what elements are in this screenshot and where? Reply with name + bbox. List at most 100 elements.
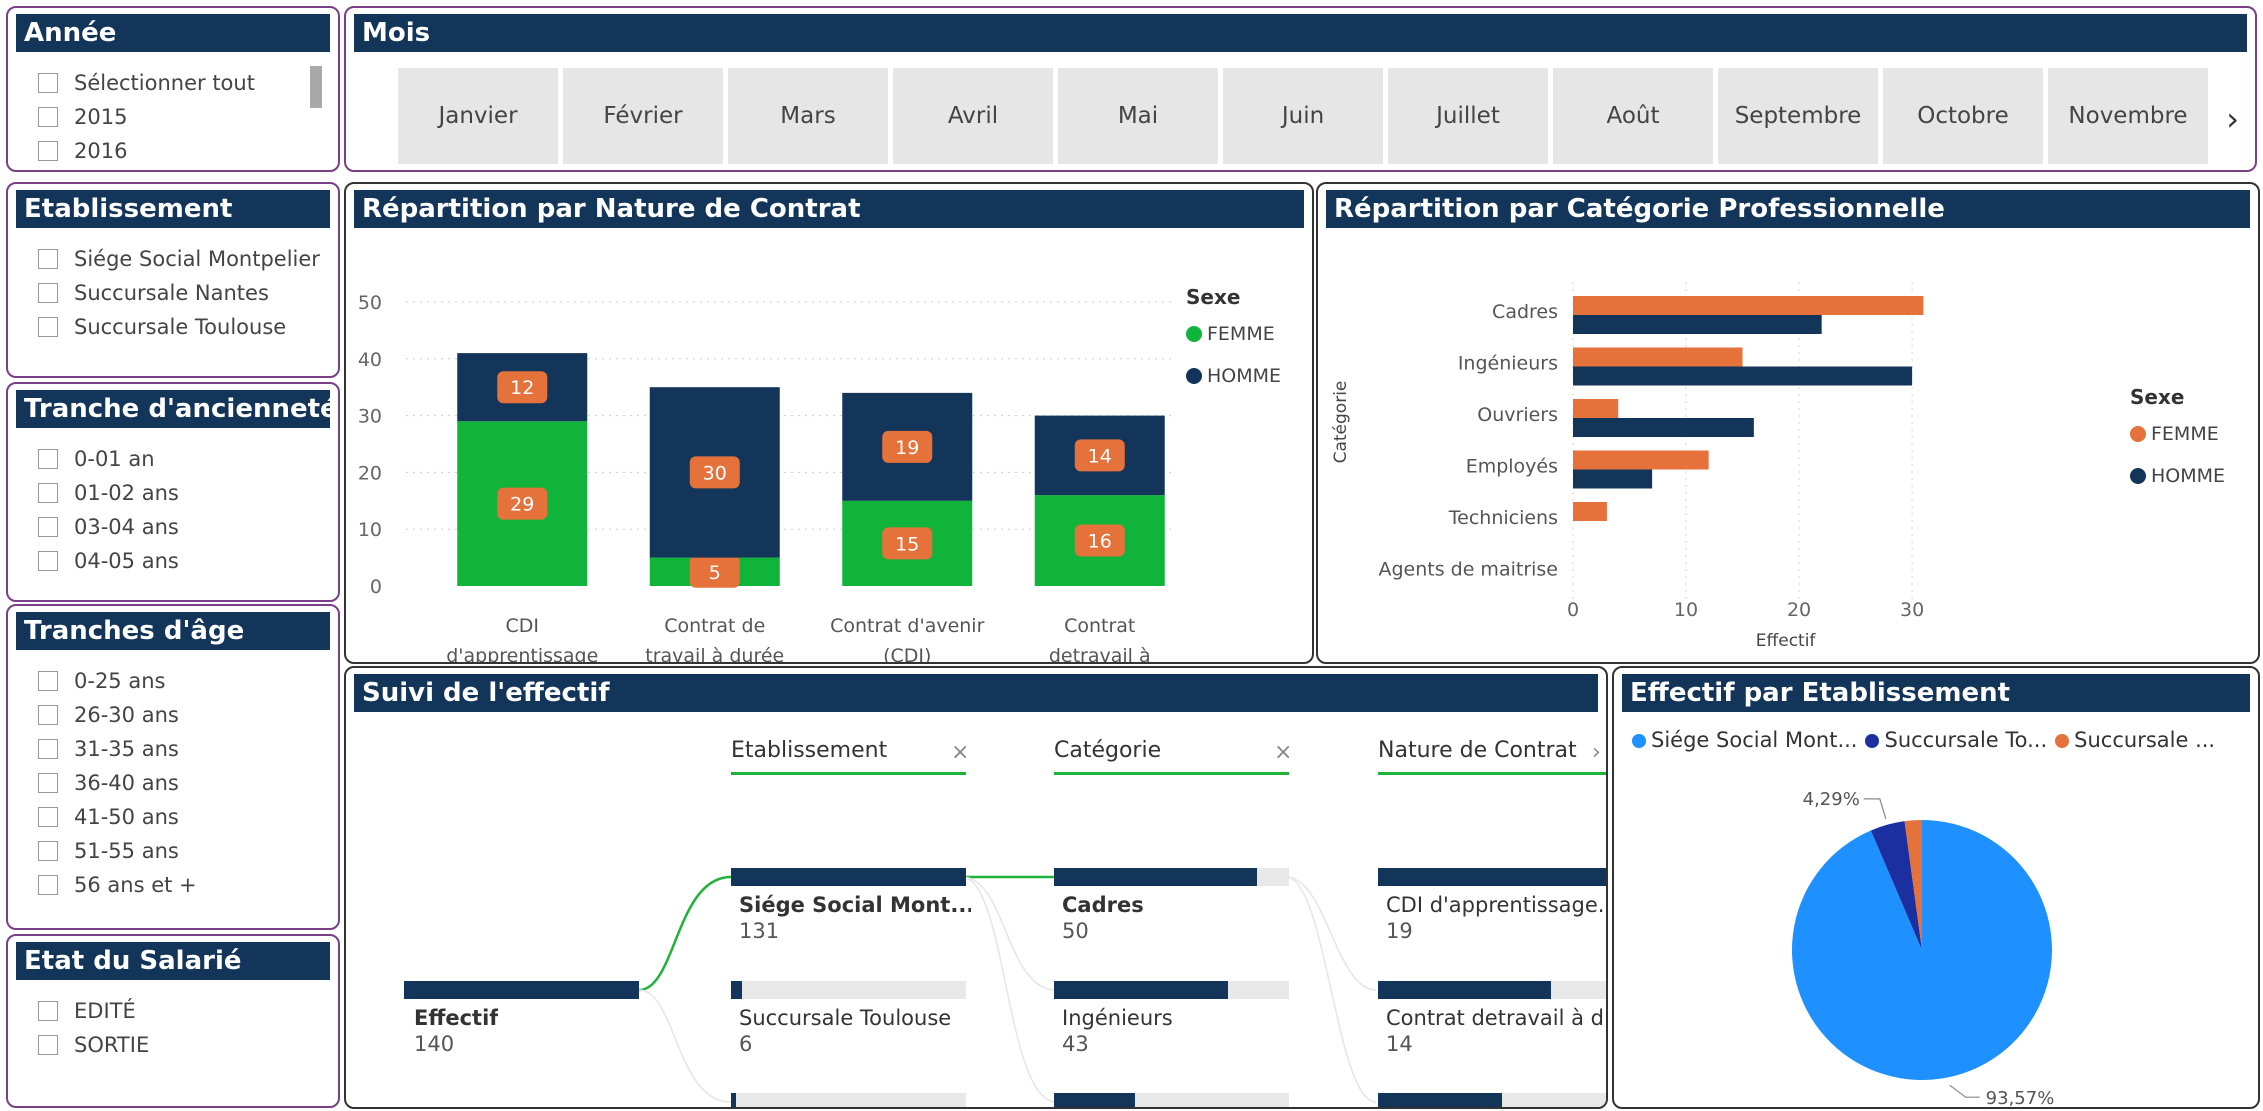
annee-option[interactable]: Sélectionner tout [38, 66, 255, 100]
etat-option[interactable]: EDITÉ [38, 994, 149, 1028]
bar-femme[interactable] [1573, 502, 1607, 521]
legend-marker [1186, 368, 1202, 384]
tree-node-bar[interactable] [731, 868, 966, 886]
annee-title: Année [16, 14, 330, 52]
x-tick-label: Contrat [1064, 615, 1135, 637]
checkbox[interactable] [38, 249, 58, 269]
chevron-right-icon[interactable]: › [2226, 100, 2239, 138]
anciennete-option[interactable]: 04-05 ans [38, 544, 179, 578]
bar-femme[interactable] [1573, 450, 1709, 470]
checkbox[interactable] [38, 317, 58, 337]
month-tile[interactable]: Février [563, 68, 723, 164]
anciennete-list: 0-01 an 01-02 ans 03-04 ans 04-05 ans [38, 442, 179, 578]
bar-femme[interactable] [1573, 399, 1619, 418]
bar-homme[interactable] [1573, 315, 1822, 334]
bar-homme[interactable] [1573, 366, 1913, 386]
annee-option[interactable]: 2015 [38, 100, 255, 134]
tree-link [961, 876, 1057, 1103]
etablissement-option[interactable]: Siége Social Montpelier [38, 242, 320, 276]
checkbox[interactable] [38, 449, 58, 469]
pie-legend-item[interactable]: Succursale To... [1865, 728, 2047, 752]
close-icon[interactable]: × [1274, 740, 1292, 765]
month-tile[interactable]: Juin [1223, 68, 1383, 164]
tree-node-bar[interactable] [1378, 1093, 1502, 1107]
bar-homme[interactable] [1573, 469, 1653, 489]
anciennete-option[interactable]: 01-02 ans [38, 476, 179, 510]
checkbox[interactable] [38, 517, 58, 537]
checkbox[interactable] [38, 107, 58, 127]
annee-scrollbar[interactable] [310, 66, 322, 108]
contrat-chart-title: Répartition par Nature de Contrat [354, 190, 1304, 228]
annee-option[interactable]: 2016 [38, 134, 255, 168]
etablissement-option-label: Succursale Toulouse [74, 315, 287, 339]
tree-node-bar[interactable] [1378, 868, 1606, 886]
checkbox[interactable] [38, 1035, 58, 1055]
month-tile[interactable]: Avril [893, 68, 1053, 164]
etat-option[interactable]: SORTIE [38, 1028, 149, 1062]
month-tile[interactable]: Octobre [1883, 68, 2043, 164]
tree-node-bar[interactable] [731, 1093, 737, 1107]
age-option[interactable]: 31-35 ans [38, 732, 197, 766]
pie-legend-item[interactable]: Siége Social Mont... [1632, 728, 1857, 752]
pie-legend-item[interactable]: Succursale ... [2055, 728, 2215, 752]
legend-label: FEMME [1207, 323, 1275, 345]
bar-femme[interactable] [1573, 296, 1924, 315]
checkbox[interactable] [38, 141, 58, 161]
chevron-right-icon[interactable]: › [1592, 740, 1601, 765]
checkbox[interactable] [38, 739, 58, 759]
tree-node-value: 50 [1062, 919, 1089, 943]
tree-node-name: Succursale Toulouse [739, 1006, 952, 1030]
tree-node-bar[interactable] [1054, 1093, 1136, 1107]
categorie-chart-panel: Répartition par Catégorie Professionnell… [1316, 182, 2260, 664]
bar-femme[interactable] [1573, 347, 1743, 367]
checkbox[interactable] [38, 73, 58, 93]
checkbox[interactable] [38, 1001, 58, 1021]
age-option[interactable]: 0-25 ans [38, 664, 197, 698]
legend-marker [1632, 734, 1646, 748]
month-tile[interactable]: Janvier [398, 68, 558, 164]
tree-node-bar[interactable] [1054, 981, 1229, 999]
legend-title: Sexe [2130, 385, 2184, 409]
tree-column-underline [731, 772, 966, 775]
anciennete-option[interactable]: 0-01 an [38, 442, 179, 476]
x-tick-label: travail à durée [645, 645, 784, 662]
age-option[interactable]: 51-55 ans [38, 834, 197, 868]
month-tile[interactable]: Novembre [2048, 68, 2208, 164]
y-tick-label: Agents de maitrise [1378, 559, 1558, 581]
tree-node-bar[interactable] [1378, 981, 1552, 999]
bar-homme[interactable] [1573, 418, 1754, 437]
annee-option-label: 2016 [74, 139, 128, 163]
tree-node-bar[interactable] [731, 981, 742, 999]
checkbox[interactable] [38, 773, 58, 793]
checkbox[interactable] [38, 705, 58, 725]
age-option[interactable]: 41-50 ans [38, 800, 197, 834]
close-icon[interactable]: × [951, 740, 969, 765]
month-tile[interactable]: Juillet [1388, 68, 1548, 164]
legend-label: FEMME [2151, 423, 2219, 445]
checkbox[interactable] [38, 483, 58, 503]
etat-option-label: EDITÉ [74, 999, 136, 1023]
y-axis-label: Catégorie [1331, 381, 1351, 464]
tree-node-bar[interactable] [404, 981, 639, 999]
age-option[interactable]: 26-30 ans [38, 698, 197, 732]
month-tile[interactable]: Août [1553, 68, 1713, 164]
pie-title: Effectif par Etablissement [1622, 674, 2250, 712]
checkbox[interactable] [38, 875, 58, 895]
checkbox[interactable] [38, 671, 58, 691]
etablissement-option[interactable]: Succursale Nantes [38, 276, 320, 310]
checkbox[interactable] [38, 551, 58, 571]
month-tile[interactable]: Septembre [1718, 68, 1878, 164]
tree-node-bar[interactable] [1054, 868, 1257, 886]
checkbox[interactable] [38, 283, 58, 303]
x-tick-label: 0 [1567, 599, 1579, 621]
age-option[interactable]: 56 ans et + [38, 868, 197, 902]
tree-column-underline [1378, 772, 1606, 775]
etablissement-option[interactable]: Succursale Toulouse [38, 310, 320, 344]
anciennete-option[interactable]: 03-04 ans [38, 510, 179, 544]
month-tile[interactable]: Mai [1058, 68, 1218, 164]
checkbox[interactable] [38, 841, 58, 861]
checkbox[interactable] [38, 807, 58, 827]
tree-node-bar-bg [731, 1093, 966, 1107]
age-option[interactable]: 36-40 ans [38, 766, 197, 800]
month-tile[interactable]: Mars [728, 68, 888, 164]
